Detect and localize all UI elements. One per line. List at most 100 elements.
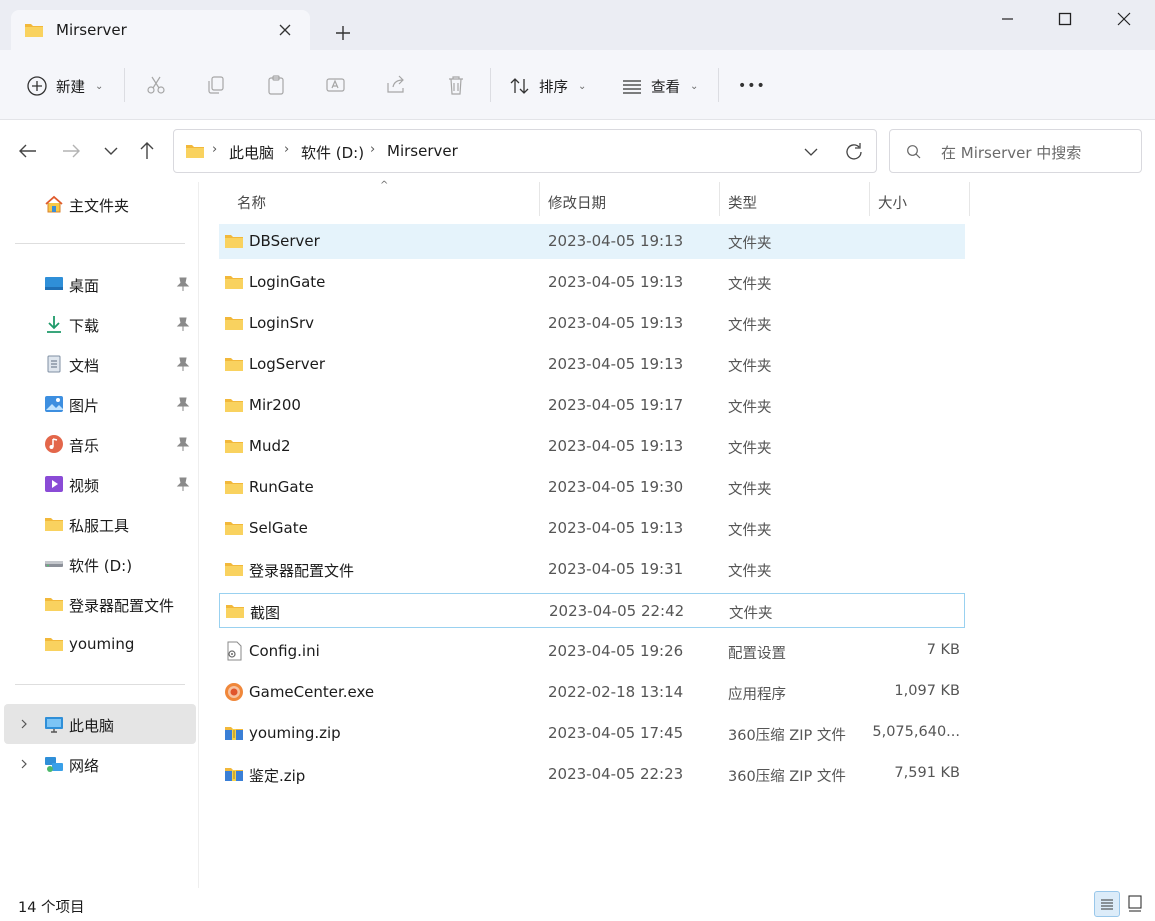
paste-icon[interactable] [265,74,287,96]
address-bar[interactable]: › 此电脑 › 软件 (D:) › Mirserver [173,129,877,173]
maximize-icon[interactable] [1043,4,1087,34]
pin-icon[interactable] [176,316,190,332]
folder-icon [225,440,243,453]
recent-locations-chevron-icon[interactable] [98,138,124,164]
sidebar-item-home[interactable]: 主文件夹 [4,184,196,224]
sidebar-item-network[interactable]: 网络 [4,744,196,784]
refresh-icon[interactable] [843,141,865,163]
sidebar-item-documents[interactable]: 文档 [4,344,196,384]
document-icon [47,355,61,373]
desktop-icon [45,277,63,290]
file-row[interactable]: Mud2 2023-04-05 19:13 文件夹 [219,429,965,464]
sidebar-item-videos[interactable]: 视频 [4,464,196,504]
breadcrumb-drive-d[interactable]: 软件 (D:) [301,142,364,163]
file-row[interactable]: SelGate 2023-04-05 19:13 文件夹 [219,511,965,546]
chevron-right-icon[interactable] [18,716,30,732]
file-date: 2023-04-05 22:42 [549,602,685,620]
pin-icon[interactable] [176,396,190,412]
column-header-name[interactable]: 名称 [237,192,266,213]
details-view-icon [1101,899,1113,910]
search-box[interactable]: 在 Mirserver 中搜索 [889,129,1142,173]
sidebar-item-pictures[interactable]: 图片 [4,384,196,424]
sidebar-item-launcher-config[interactable]: 登录器配置文件 [4,584,196,624]
home-icon [45,195,63,213]
file-row[interactable]: GameCenter.exe 2022-02-18 13:14 应用程序 1,097 … [219,675,965,710]
file-name: RunGate [249,478,314,496]
file-row[interactable]: RunGate 2023-04-05 19:30 文件夹 [219,470,965,505]
folder-icon [225,481,243,494]
file-row[interactable]: LoginGate 2023-04-05 19:13 文件夹 [219,265,965,300]
details-view-button[interactable] [1094,891,1120,917]
sidebar-item-label: 登录器配置文件 [69,597,175,615]
sidebar-item-this-pc[interactable]: 此电脑 [4,704,196,744]
file-date: 2023-04-05 19:31 [548,560,684,578]
column-divider[interactable] [719,182,720,216]
up-arrow-icon[interactable] [134,138,160,164]
breadcrumb-separator-icon: › [212,142,218,157]
minimize-icon[interactable] [985,4,1029,34]
file-row[interactable]: youming.zip 2023-04-05 17:45 360压缩 ZIP 文件 5… [219,716,965,751]
file-row[interactable]: Config.ini 2023-04-05 19:26 配置设置 7 KB [219,634,965,669]
file-size: 7 KB [926,642,960,658]
delete-icon[interactable] [445,74,467,96]
sidebar-item-label: 网络 [69,757,100,775]
file-name: Config.ini [249,642,320,660]
sidebar-item-desktop[interactable]: 桌面 [4,264,196,304]
file-row[interactable]: 截图 2023-04-05 22:42 文件夹 [219,593,965,628]
file-date: 2023-04-05 19:13 [548,437,684,455]
file-row[interactable]: DBServer 2023-04-05 19:13 文件夹 [219,224,965,259]
sort-icon [510,78,529,94]
file-name: 登录器配置文件 [249,562,355,580]
new-button[interactable]: 新建 ⌄ [26,74,103,98]
zip-icon [225,768,243,781]
folder-icon [225,358,243,371]
pin-icon[interactable] [176,356,190,372]
sidebar-item-private-server-tools[interactable]: 私服工具 [4,504,196,544]
column-header-type[interactable]: 类型 [728,192,757,213]
chevron-right-icon[interactable] [18,756,30,772]
file-date: 2023-04-05 19:13 [548,232,684,250]
forward-arrow-icon[interactable] [58,138,84,164]
more-options-button[interactable]: ••• [738,74,766,98]
column-divider[interactable] [539,182,540,216]
close-window-icon[interactable] [1102,4,1146,34]
share-icon[interactable] [385,74,407,96]
sort-button[interactable]: 排序 ⌄ [509,74,586,98]
sidebar-item-downloads[interactable]: 下载 [4,304,196,344]
file-date: 2023-04-05 17:45 [548,724,684,742]
sidebar-item-music[interactable]: 音乐 [4,424,196,464]
file-row[interactable]: 鉴定.zip 2023-04-05 22:23 360压缩 ZIP 文件 7,591 … [219,757,965,792]
column-header-size[interactable]: 大小 [878,192,907,213]
toolbar-divider [490,68,491,102]
tiles-view-button[interactable] [1123,891,1149,917]
breadcrumb-this-pc[interactable]: 此电脑 [229,142,274,163]
file-row[interactable]: LogServer 2023-04-05 19:13 文件夹 [219,347,965,382]
pin-icon[interactable] [176,436,190,452]
new-tab-icon[interactable] [330,20,356,46]
item-count: 14 个项目 [18,900,85,916]
folder-icon [226,605,244,618]
column-divider[interactable] [969,182,970,216]
file-row[interactable]: 登录器配置文件 2023-04-05 19:31 文件夹 [219,552,965,587]
file-row[interactable]: Mir200 2023-04-05 19:17 文件夹 [219,388,965,423]
copy-icon[interactable] [205,74,227,96]
view-button[interactable]: 查看 ⌄ [621,74,698,98]
sidebar-item-drive-d[interactable]: 软件 (D:) [4,544,196,584]
ini-file-icon [227,641,242,661]
app-icon [225,683,243,701]
pin-icon[interactable] [176,476,190,492]
file-date: 2023-04-05 19:13 [548,355,684,373]
breadcrumb-mirserver[interactable]: Mirserver [387,142,458,160]
close-tab-icon[interactable] [274,18,296,42]
address-history-chevron-icon[interactable] [801,142,821,162]
chevron-down-icon: ⌄ [690,80,699,92]
back-arrow-icon[interactable] [15,138,41,164]
column-header-date[interactable]: 修改日期 [548,192,606,213]
rename-icon[interactable] [325,74,347,96]
sidebar-item-youming[interactable]: youming [4,624,196,664]
cut-icon[interactable] [145,74,167,96]
file-row[interactable]: LoginSrv 2023-04-05 19:13 文件夹 [219,306,965,341]
column-divider[interactable] [869,182,870,216]
pin-icon[interactable] [176,276,190,292]
tab-mirserver[interactable]: Mirserver [11,10,310,51]
